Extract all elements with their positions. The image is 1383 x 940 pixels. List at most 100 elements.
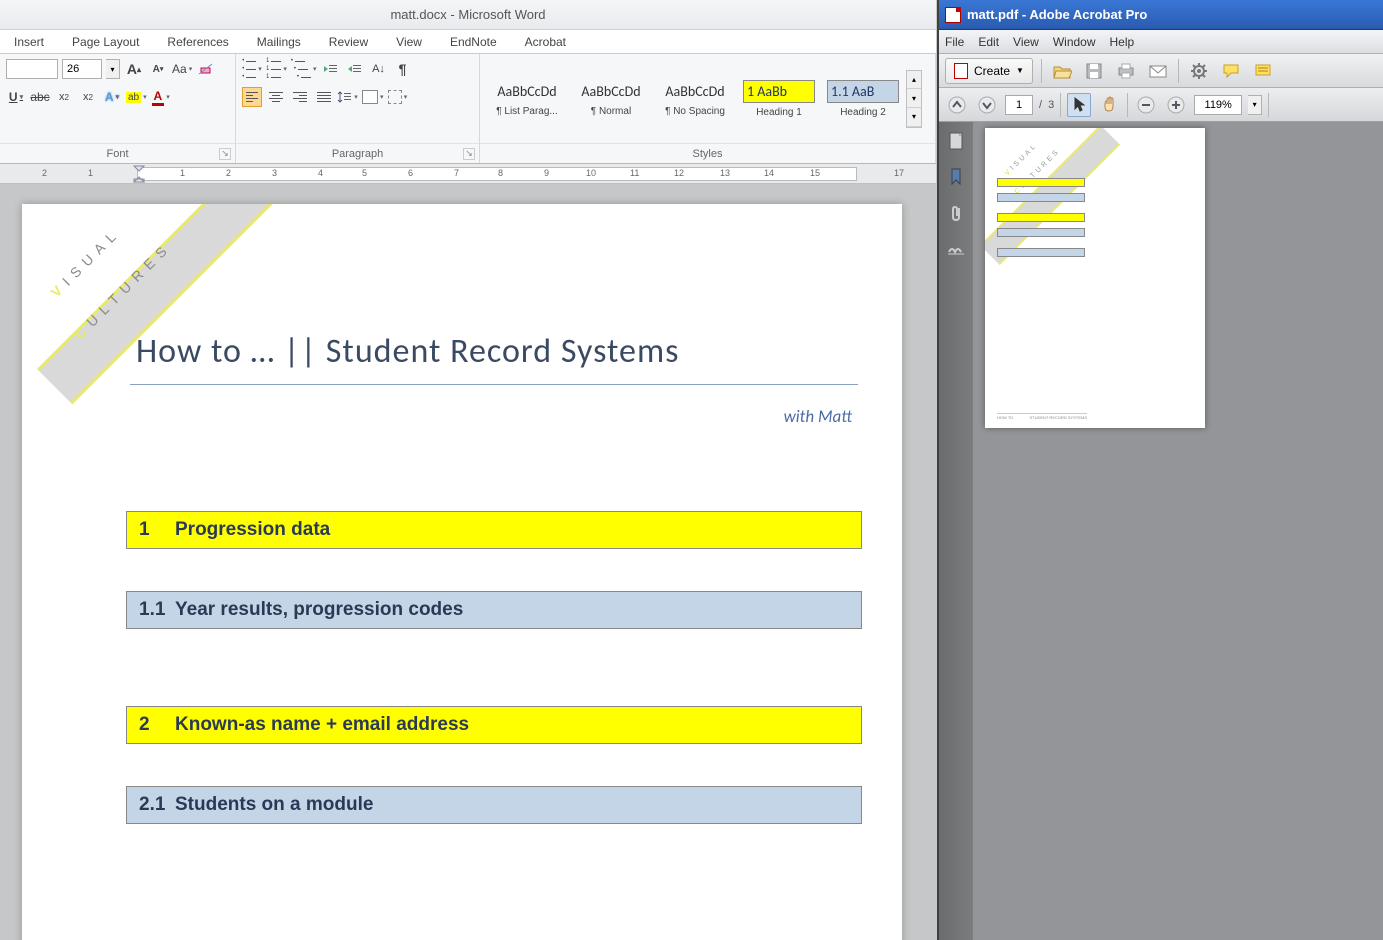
hand-tool-button[interactable] xyxy=(1097,93,1121,117)
tab-references[interactable]: References xyxy=(153,31,242,53)
style-heading-1[interactable]: 1 AaBb Heading 1 xyxy=(738,69,820,129)
heading-1-bar[interactable]: 1Progression data xyxy=(126,511,862,549)
underline-button[interactable]: U xyxy=(6,86,26,108)
email-button[interactable] xyxy=(1146,59,1170,83)
style-normal[interactable]: AaBbCcDd ¶ Normal xyxy=(570,69,652,129)
style-name: ¶ Normal xyxy=(591,106,631,117)
align-left-button[interactable] xyxy=(242,87,262,107)
show-hide-button[interactable]: ¶ xyxy=(392,58,412,80)
heading-number: 1.1 xyxy=(139,599,175,621)
settings-button[interactable] xyxy=(1187,59,1211,83)
page-number-input[interactable] xyxy=(1005,95,1033,115)
document-area[interactable]: VISUAL CULTURES How to … || Student Reco… xyxy=(0,184,936,940)
pdf-footer-left: HOW TO xyxy=(997,415,1013,420)
sort-button[interactable]: A↓ xyxy=(368,58,388,80)
font-size-box[interactable] xyxy=(62,59,102,79)
signatures-tab[interactable] xyxy=(945,238,967,260)
comment-button[interactable] xyxy=(1219,59,1243,83)
ruler-number: 2 xyxy=(42,168,47,178)
gallery-up-icon[interactable]: ▴ xyxy=(907,71,921,90)
gallery-more-icon[interactable]: ▾ xyxy=(907,108,921,127)
tab-endnote[interactable]: EndNote xyxy=(436,31,511,53)
borders-button[interactable] xyxy=(388,86,408,108)
align-right-button[interactable] xyxy=(290,87,310,107)
tab-acrobat[interactable]: Acrobat xyxy=(511,31,580,53)
heading-1-bar[interactable]: 2Known-as name + email address xyxy=(126,706,862,744)
style-preview: 1.1 AaB xyxy=(827,80,899,103)
bookmarks-tab[interactable] xyxy=(945,166,967,188)
menu-view[interactable]: View xyxy=(1013,35,1039,49)
select-tool-button[interactable] xyxy=(1067,93,1091,117)
subscript-button[interactable]: x2 xyxy=(54,86,74,108)
open-button[interactable] xyxy=(1050,59,1074,83)
indent-marker-icon[interactable] xyxy=(133,165,145,183)
paragraph-dialog-launcher[interactable]: ↘ xyxy=(463,148,475,160)
ruler-number: 15 xyxy=(810,168,820,178)
text-effects-button[interactable]: A xyxy=(102,86,122,108)
zoom-in-button[interactable] xyxy=(1164,93,1188,117)
highlight-note-button[interactable] xyxy=(1251,59,1275,83)
horizontal-ruler[interactable]: 2112345678910111213141517 xyxy=(0,164,936,184)
multilevel-list-button[interactable] xyxy=(291,58,317,80)
acrobat-document-view[interactable]: VISUAL CULTURES HOW TO STUDENT RECORD SY… xyxy=(973,122,1383,940)
pdf-page-thumbnail[interactable]: VISUAL CULTURES HOW TO STUDENT RECORD SY… xyxy=(985,128,1205,428)
create-label: Create xyxy=(974,64,1010,78)
menu-file[interactable]: File xyxy=(945,35,964,49)
tab-page-layout[interactable]: Page Layout xyxy=(58,31,153,53)
heading-2-bar[interactable]: 1.1Year results, progression codes xyxy=(126,591,862,629)
acrobat-toolbar-1: Create ▼ xyxy=(939,54,1383,88)
shrink-font-button[interactable]: A▾ xyxy=(148,58,168,80)
zoom-input[interactable] xyxy=(1194,95,1242,115)
heading-text: Known-as name + email address xyxy=(175,714,469,736)
document-page[interactable]: VISUAL CULTURES How to … || Student Reco… xyxy=(22,204,902,940)
page-down-button[interactable] xyxy=(975,93,999,117)
decrease-indent-button[interactable] xyxy=(320,58,340,80)
font-dialog-launcher[interactable]: ↘ xyxy=(219,148,231,160)
create-button[interactable]: Create ▼ xyxy=(945,58,1033,84)
grow-font-button[interactable]: A▴ xyxy=(124,58,144,80)
change-case-button[interactable]: Aa xyxy=(172,58,192,80)
style-list-paragraph[interactable]: AaBbCcDd ¶ List Parag... xyxy=(486,69,568,129)
strikethrough-button[interactable]: abc xyxy=(30,86,50,108)
shading-button[interactable] xyxy=(362,86,384,108)
justify-button[interactable] xyxy=(314,87,334,107)
menu-window[interactable]: Window xyxy=(1053,35,1096,49)
ruler-number: 5 xyxy=(362,168,367,178)
superscript-button[interactable]: x2 xyxy=(78,86,98,108)
attachments-tab[interactable] xyxy=(945,202,967,224)
gallery-down-icon[interactable]: ▾ xyxy=(907,89,921,108)
thumbnails-tab[interactable] xyxy=(945,130,967,152)
print-button[interactable] xyxy=(1114,59,1138,83)
menu-help[interactable]: Help xyxy=(1110,35,1135,49)
increase-indent-button[interactable] xyxy=(344,58,364,80)
paragraph-label-text: Paragraph xyxy=(332,148,383,160)
tab-insert[interactable]: Insert xyxy=(0,31,58,53)
styles-gallery-scroll[interactable]: ▴ ▾ ▾ xyxy=(906,70,922,128)
highlight-button[interactable]: ab xyxy=(126,86,147,108)
heading-2-bar[interactable]: 2.1Students on a module xyxy=(126,786,862,824)
tab-view[interactable]: View xyxy=(382,31,436,53)
style-no-spacing[interactable]: AaBbCcDd ¶ No Spacing xyxy=(654,69,736,129)
menu-edit[interactable]: Edit xyxy=(978,35,999,49)
font-name-box[interactable] xyxy=(6,59,58,79)
zoom-out-button[interactable] xyxy=(1134,93,1158,117)
document-subtitle[interactable]: with Matt xyxy=(784,406,852,427)
acrobat-nav-pane xyxy=(939,122,973,940)
heading-number: 2.1 xyxy=(139,794,175,816)
ruler-number: 11 xyxy=(630,168,639,178)
tab-mailings[interactable]: Mailings xyxy=(243,31,315,53)
page-up-button[interactable] xyxy=(945,93,969,117)
font-color-button[interactable]: A xyxy=(151,86,171,108)
clear-formatting-button[interactable] xyxy=(196,58,216,80)
numbering-button[interactable] xyxy=(266,58,287,80)
font-size-dropdown[interactable]: ▾ xyxy=(106,59,120,79)
save-button[interactable] xyxy=(1082,59,1106,83)
style-heading-2[interactable]: 1.1 AaB Heading 2 xyxy=(822,69,904,129)
zoom-dropdown[interactable]: ▾ xyxy=(1248,95,1262,115)
heading-text: Progression data xyxy=(175,519,330,541)
bullets-button[interactable] xyxy=(242,58,262,80)
document-title[interactable]: How to … || Student Record Systems xyxy=(136,331,679,372)
align-center-button[interactable] xyxy=(266,87,286,107)
line-spacing-button[interactable] xyxy=(338,86,358,108)
tab-review[interactable]: Review xyxy=(315,31,382,53)
